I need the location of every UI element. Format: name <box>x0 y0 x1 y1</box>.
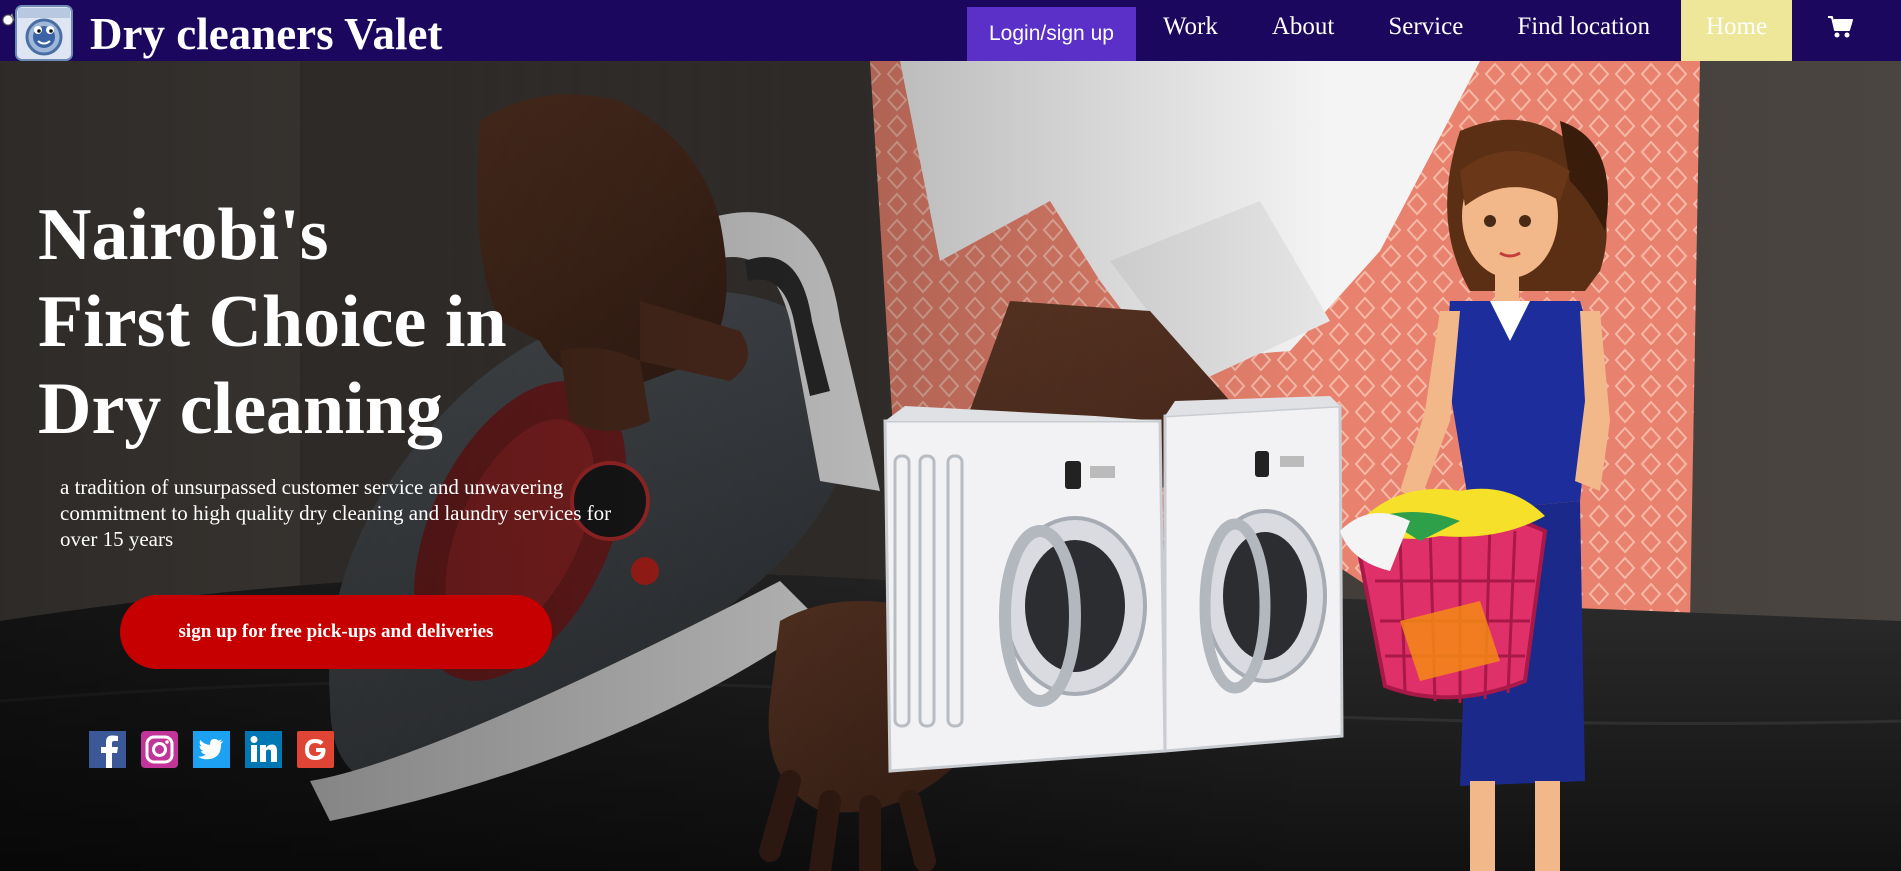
nav-item-about[interactable]: About <box>1245 0 1362 61</box>
nav-item-home[interactable]: Home <box>1680 0 1793 61</box>
navbar: Dry cleaners Valet Login/sign up Work Ab… <box>0 0 1901 61</box>
washing-machines-illustration <box>883 396 1344 773</box>
hero-tagline: a tradition of unsurpassed customer serv… <box>60 475 612 551</box>
headline-line-2: First Choice in <box>38 281 507 363</box>
brand-name[interactable]: Dry cleaners Valet <box>90 12 442 57</box>
instagram-icon[interactable] <box>141 731 178 768</box>
nav-item-find-location[interactable]: Find location <box>1490 0 1677 61</box>
nav-item-work[interactable]: Work <box>1136 0 1245 61</box>
google-icon[interactable] <box>297 731 334 768</box>
nav-item-service[interactable]: Service <box>1361 0 1490 61</box>
main-nav: Login/sign up Work About Service Find lo… <box>967 0 1888 61</box>
facebook-icon[interactable] <box>89 731 126 768</box>
hero-headline: Nairobi's First Choice in Dry cleaning <box>38 192 507 453</box>
linkedin-icon[interactable] <box>245 731 282 768</box>
washing-machine-mascot-logo[interactable] <box>0 0 80 61</box>
signup-pickup-delivery-button[interactable]: sign up for free pick-ups and deliveries <box>120 595 552 669</box>
headline-line-3: Dry cleaning <box>38 368 443 450</box>
hero-section: Nairobi's First Choice in Dry cleaning a… <box>0 61 1901 871</box>
cart-icon[interactable] <box>1792 0 1888 61</box>
headline-line-1: Nairobi's <box>38 194 329 276</box>
social-links <box>89 731 334 768</box>
login-signup-button[interactable]: Login/sign up <box>967 7 1136 61</box>
twitter-icon[interactable] <box>193 731 230 768</box>
